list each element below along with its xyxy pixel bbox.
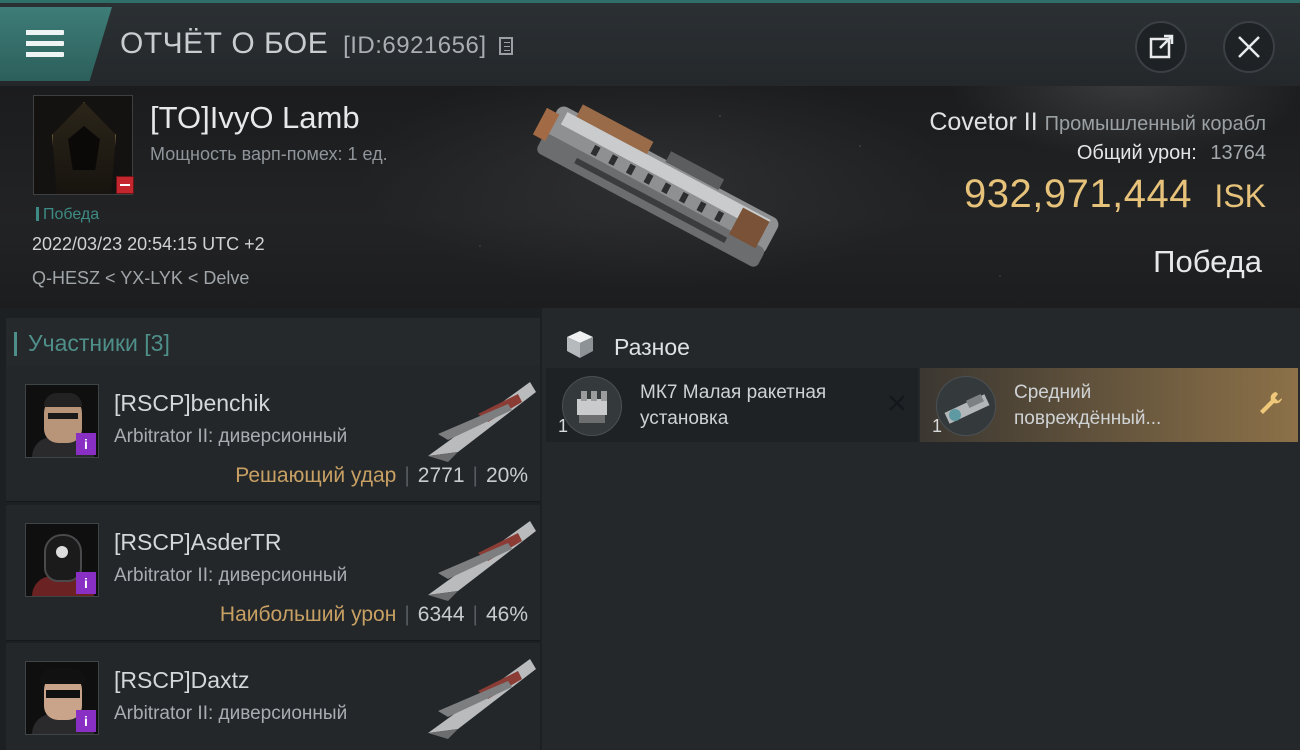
page-title: ОТЧЁТ О БОЕ [ID:6921656] — [120, 27, 514, 61]
participant-ship-image — [428, 382, 536, 462]
isk-value: 932,971,444 ISK — [964, 172, 1266, 217]
divider: | — [404, 464, 410, 487]
report-id: [ID:6921656] — [343, 32, 487, 59]
battle-result: Победа — [1153, 244, 1262, 279]
menu-icon — [26, 30, 64, 58]
box-icon — [567, 331, 593, 358]
kill-datetime: 2022/03/23 20:54:15 UTC +2 — [32, 234, 265, 254]
close-icon — [1238, 36, 1260, 58]
participant-ship-image — [428, 659, 536, 739]
participant-name: [RSCP]Daxtz — [114, 667, 250, 693]
warp-disruption-text: Мощность варп-помех: 1 ед. — [150, 144, 388, 164]
isk-amount: 932,971,444 — [964, 172, 1192, 216]
item-name: МК7 Малая ракетная установка — [640, 380, 826, 432]
info-icon[interactable]: i — [76, 433, 96, 455]
participants-panel: Участники [3] i [RSCP]benchik Arbitrator… — [0, 308, 542, 750]
loss-badge-icon — [116, 176, 134, 194]
participants-title: Участники [3] — [14, 330, 170, 356]
copy-icon[interactable] — [499, 37, 514, 55]
item-quantity: 1 — [558, 416, 569, 436]
misc-header: Разное — [542, 318, 1300, 368]
participant-damage: 6344 — [417, 603, 465, 626]
misc-title: Разное — [614, 334, 690, 360]
total-damage: Общий урон: 13764 — [1077, 142, 1266, 165]
info-icon[interactable]: i — [76, 572, 96, 594]
rocket-launcher-icon — [562, 376, 622, 436]
share-icon — [1149, 34, 1174, 59]
participant-ship: Arbitrator II: диверсионный — [114, 565, 348, 586]
item-name-line1: МК7 Малая ракетная — [640, 382, 827, 403]
participant-ship: Arbitrator II: диверсионный — [114, 703, 348, 724]
participant-ship: Arbitrator II: диверсионный — [114, 426, 348, 447]
status-tag: Победа — [36, 206, 99, 224]
kill-location[interactable]: Q-HESZ < YX-LYK < Delve — [32, 268, 249, 289]
participant-damage: 2771 — [417, 464, 465, 487]
page-title-text: ОТЧЁТ О БОЕ — [120, 27, 329, 60]
participant-stats: Наибольший урон | 6344 | 46% — [220, 603, 528, 627]
victim-ship[interactable]: Covetor II Промышленный корабл — [929, 108, 1266, 137]
total-damage-value: 13764 — [1210, 142, 1266, 164]
participant-row[interactable]: i [RSCP]AsderTR Arbitrator II: диверсион… — [6, 505, 540, 641]
participant-row[interactable]: i [RSCP]benchik Arbitrator II: диверсион… — [6, 366, 540, 502]
menu-button[interactable] — [0, 7, 112, 81]
item-name-line2: установка — [640, 408, 729, 429]
item-name: Средний повреждённый... — [1014, 380, 1161, 432]
wrench-icon — [1260, 392, 1282, 414]
module-icon — [936, 376, 996, 436]
divider: | — [472, 603, 478, 626]
victim-ship-image[interactable] — [510, 96, 790, 286]
participant-ship-image — [428, 521, 536, 601]
isk-unit: ISK — [1214, 178, 1266, 214]
ship-class: Промышленный корабл — [1044, 113, 1266, 135]
item-quantity: 1 — [932, 416, 943, 436]
participant-percent: 20% — [485, 464, 528, 487]
participant-tag: Решающий удар — [235, 464, 397, 487]
participants-header: Участники [3] — [6, 318, 540, 368]
victim-name[interactable]: [TO]IvyO Lamb — [150, 100, 360, 136]
destroyed-icon — [889, 395, 905, 411]
participant-tag: Наибольший урон — [219, 603, 397, 626]
divider: | — [472, 464, 478, 487]
total-damage-label: Общий урон: — [1076, 142, 1197, 164]
participant-name: [RSCP]benchik — [114, 390, 270, 416]
participant-percent: 46% — [485, 603, 528, 626]
participant-name: [RSCP]AsderTR — [114, 529, 282, 555]
header-bar: ОТЧЁТ О БОЕ [ID:6921656] — [0, 0, 1300, 86]
divider: | — [404, 603, 410, 626]
participant-row[interactable]: i [RSCP]Daxtz Arbitrator II: диверсионны… — [6, 643, 540, 750]
participant-stats: Решающий удар | 2771 | 20% — [235, 464, 528, 488]
item-name-line1: Средний — [1014, 382, 1092, 403]
close-button[interactable] — [1223, 21, 1275, 73]
victim-section: Победа [TO]IvyO Lamb Мощность варп-помех… — [0, 86, 1300, 308]
misc-panel: Разное 1 МК7 Малая ракетная установка 1 … — [542, 308, 1300, 750]
ship-name: Covetor II — [929, 108, 1038, 136]
item-row[interactable]: 1 Средний повреждённый... — [920, 368, 1298, 442]
item-name-line2: повреждённый... — [1014, 408, 1162, 429]
info-icon[interactable]: i — [76, 710, 96, 732]
share-button[interactable] — [1135, 21, 1187, 73]
item-row[interactable]: 1 МК7 Малая ракетная установка — [546, 368, 918, 442]
